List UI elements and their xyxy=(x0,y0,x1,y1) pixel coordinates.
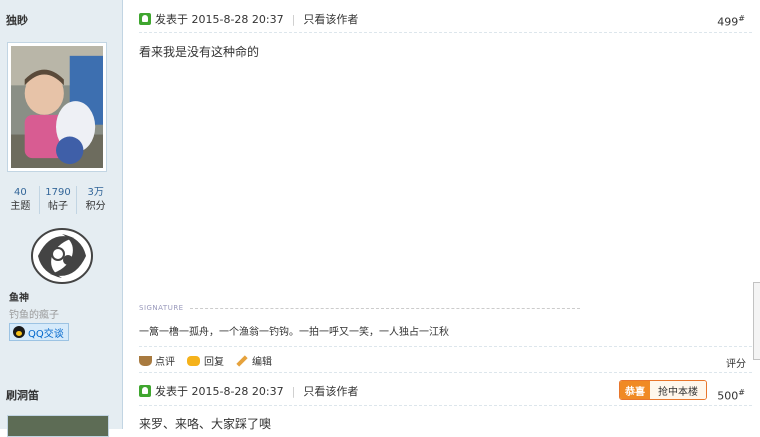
post-content: 看来我是没有这种命的 xyxy=(139,45,260,59)
header-divider xyxy=(139,32,752,33)
stat-posts[interactable]: 1790 帖子 xyxy=(38,186,77,214)
signature-divider xyxy=(190,308,580,309)
rate-button[interactable]: 评分 xyxy=(726,355,746,370)
badge-text: 抢中本楼 xyxy=(650,381,706,399)
online-status-icon-2 xyxy=(139,385,151,397)
avatar-frame[interactable] xyxy=(7,42,107,172)
reply-button[interactable]: 回复 xyxy=(187,353,224,368)
signature-label: SIGNATURE xyxy=(139,304,184,312)
stat-posts-label: 帖子 xyxy=(48,201,68,212)
avatar-2[interactable] xyxy=(7,415,109,437)
comment-label: 点评 xyxy=(155,357,175,368)
comment-icon xyxy=(139,355,152,366)
post-divider xyxy=(139,372,752,373)
stat-points[interactable]: 3万 积分 xyxy=(76,186,114,214)
qq-chat-label: QQ交谈 xyxy=(28,328,64,340)
stat-posts-value: 1790 xyxy=(45,187,71,198)
rank-description: 钓鱼的瘋子 xyxy=(9,310,59,321)
stat-threads-label: 主题 xyxy=(10,201,31,212)
separator: | xyxy=(291,12,296,26)
stat-points-value: 3万 xyxy=(87,187,104,198)
rank-medal-icon xyxy=(31,228,93,284)
qq-chat-button[interactable]: QQ交谈 xyxy=(9,323,69,341)
reply-label: 回复 xyxy=(204,357,224,368)
post-content-2: 来罗、来咯、大家踩了噢 xyxy=(139,417,272,431)
author-name-2[interactable]: 刷洞笛 xyxy=(6,387,39,403)
post-header-2: 发表于 2015-8-28 20:37 | 只看该作者 xyxy=(139,383,358,399)
signature-text: 一篙一橹一孤舟，一个渔翁一钓钩。一拍一呼又一笑，一人独占一江秋 xyxy=(139,327,449,338)
edit-label: 编辑 xyxy=(252,357,272,368)
floor-value-2: 500 xyxy=(717,389,739,403)
only-author-link[interactable]: 只看该作者 xyxy=(303,11,358,27)
side-tab[interactable] xyxy=(753,282,760,360)
actions-divider xyxy=(139,346,752,347)
post-actions: 点评 回复 编辑 xyxy=(139,353,284,368)
post-timestamp-2: 发表于 2015-8-28 20:37 xyxy=(155,385,284,398)
reply-icon xyxy=(187,355,200,366)
edit-button[interactable]: 编辑 xyxy=(236,353,272,368)
lucky-floor-badge: 恭喜 抢中本楼 xyxy=(619,380,707,400)
stat-points-label: 积分 xyxy=(85,201,106,212)
badge-congrats: 恭喜 xyxy=(620,381,650,399)
floor-value: 499 xyxy=(717,15,739,29)
comment-button[interactable]: 点评 xyxy=(139,353,175,368)
author-name[interactable]: 独眇 xyxy=(6,12,28,28)
stat-threads[interactable]: 40 主题 xyxy=(2,186,39,214)
author-sidebar: 独眇 40 主题 1790 帖子 3万 积分 鱼神 钓鱼的瘋子 QQ交谈 刷洞笛 xyxy=(0,0,123,437)
avatar[interactable] xyxy=(11,46,103,168)
post-timestamp: 发表于 2015-8-28 20:37 xyxy=(155,13,284,26)
stat-threads-value: 40 xyxy=(13,187,27,198)
online-status-icon xyxy=(139,13,151,25)
only-author-link-2[interactable]: 只看该作者 xyxy=(303,383,358,399)
floor-number[interactable]: 499# xyxy=(717,14,745,29)
floor-suffix-2: # xyxy=(738,388,745,397)
floor-number-2[interactable]: 500# xyxy=(717,388,745,403)
qq-icon xyxy=(13,326,25,338)
separator-2: | xyxy=(291,384,296,398)
header-divider-2 xyxy=(139,405,752,406)
post-header: 发表于 2015-8-28 20:37 | 只看该作者 xyxy=(139,11,358,27)
author-stats: 40 主题 1790 帖子 3万 积分 xyxy=(2,186,114,214)
rank-title: 鱼神 xyxy=(9,293,29,304)
edit-icon xyxy=(236,354,248,367)
floor-suffix: # xyxy=(738,14,745,23)
